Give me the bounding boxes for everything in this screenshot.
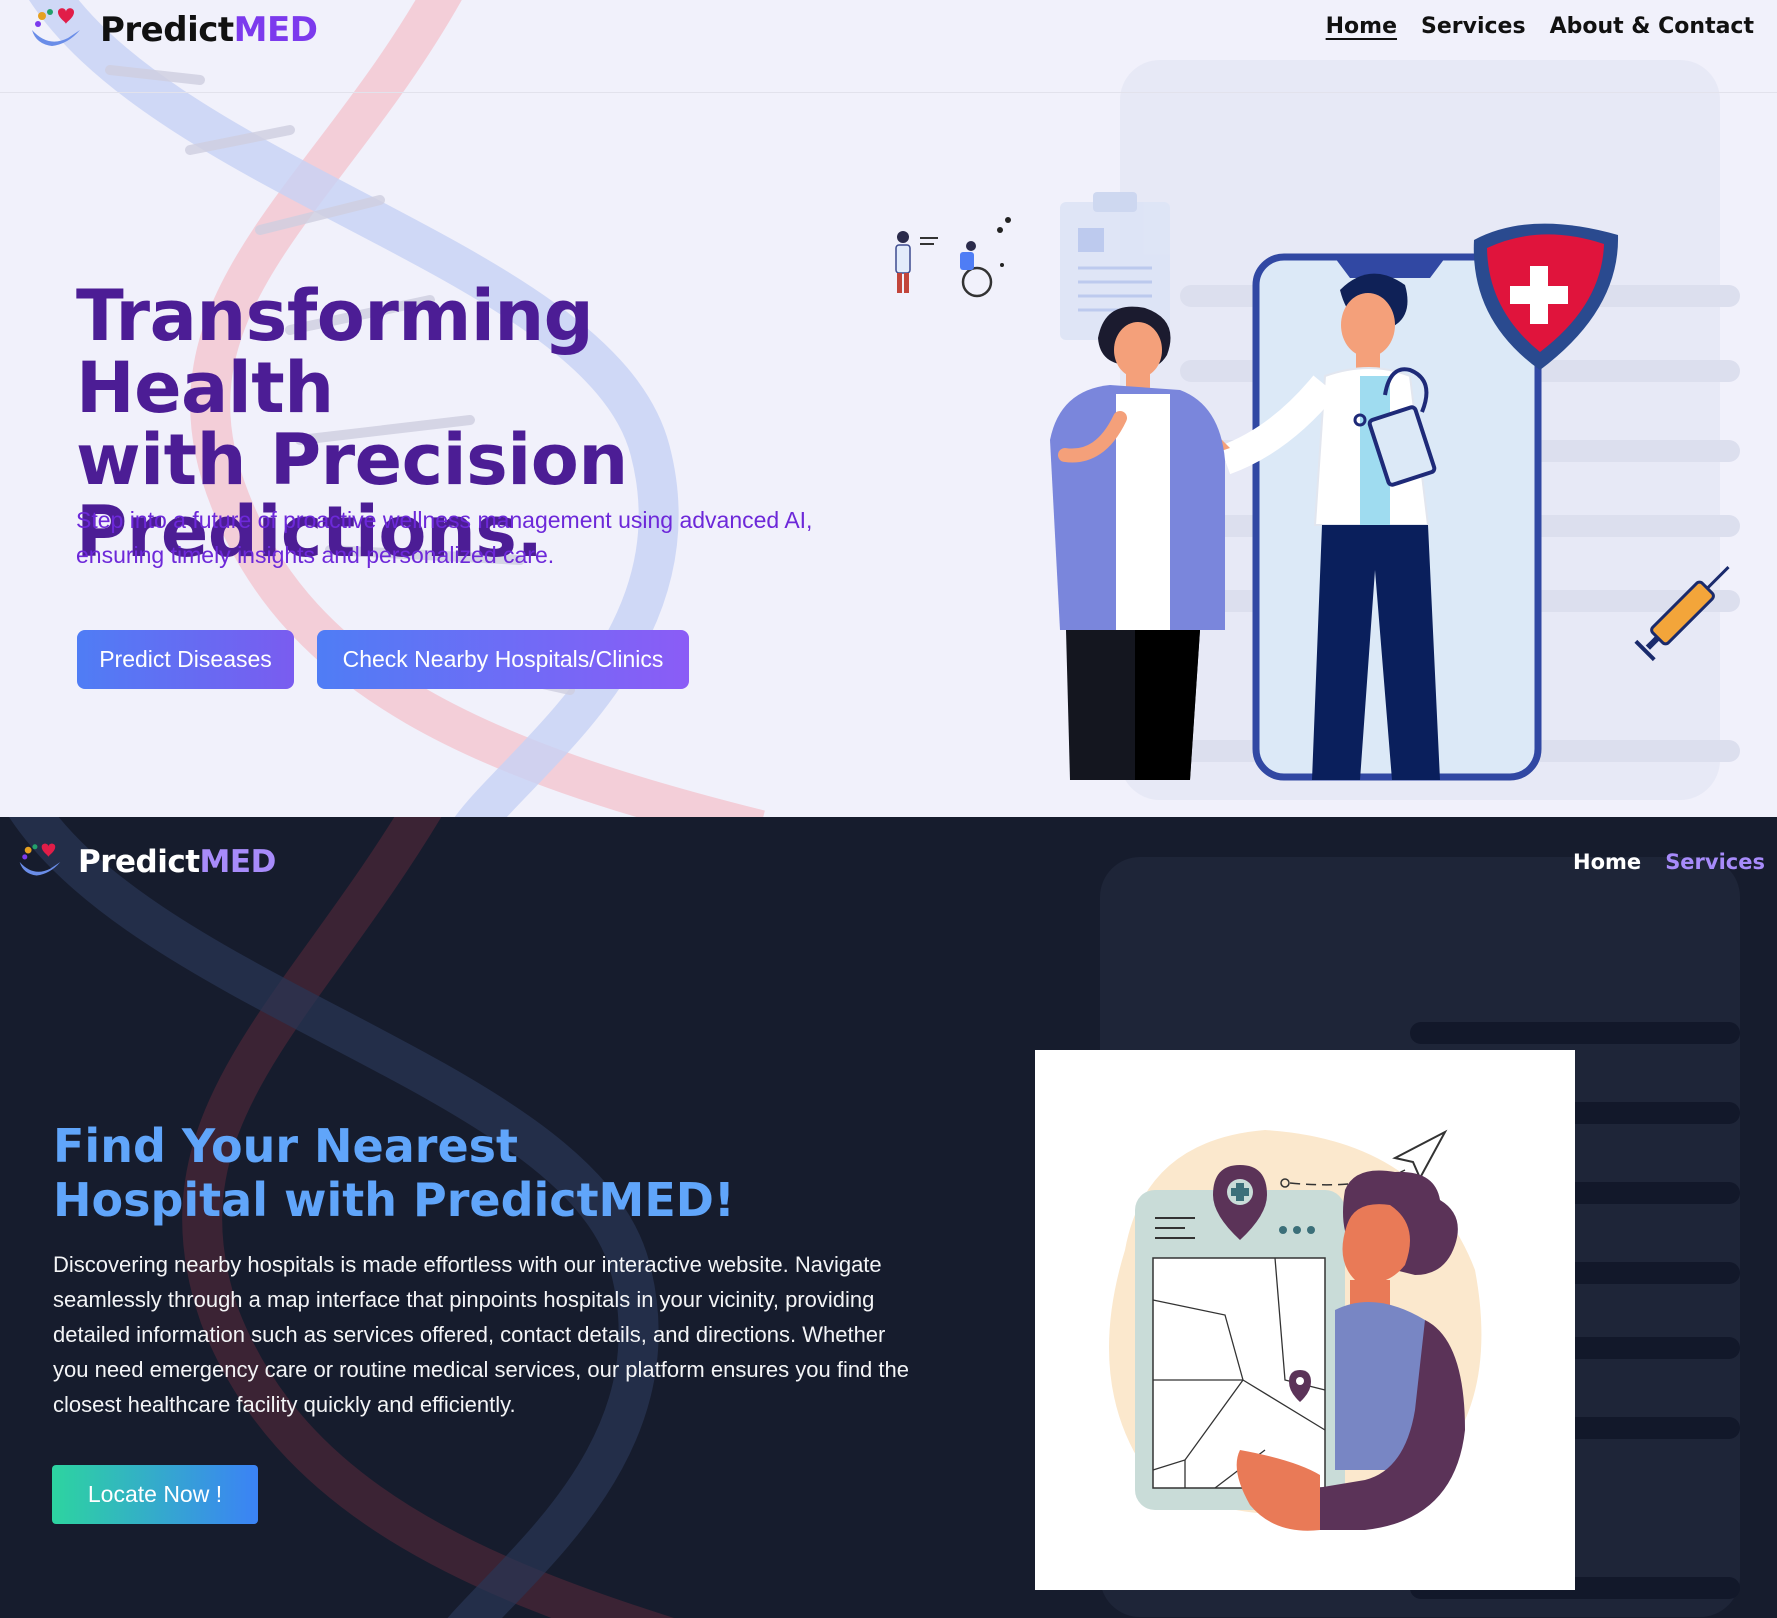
map-search-illustration-icon bbox=[1109, 1129, 1482, 1531]
nav-about-contact[interactable]: About & Contact bbox=[1550, 14, 1754, 39]
brand-logo-link-dark[interactable]: PredictMED bbox=[16, 837, 276, 887]
find-hospital-title: Find Your Nearest Hospital with PredictM… bbox=[53, 1119, 735, 1227]
nav-links: Home Services About & Contact bbox=[1326, 14, 1754, 39]
predictmed-logo-icon bbox=[19, 843, 61, 876]
hero-title-line-2: with Precision bbox=[76, 419, 628, 501]
locate-now-button[interactable]: Locate Now ! bbox=[52, 1465, 258, 1524]
nav-home[interactable]: Home bbox=[1326, 14, 1397, 39]
map-illustration-card bbox=[1035, 1050, 1575, 1590]
hero-section-light: PredictMED Home Services About & Contact… bbox=[0, 0, 1777, 817]
hero-title-line-1: Transforming Health bbox=[76, 275, 594, 429]
top-navbar: PredictMED Home Services About & Contact bbox=[0, 0, 1777, 93]
nav-home-dark[interactable]: Home bbox=[1573, 850, 1641, 874]
brand-name-dark: PredictMED bbox=[78, 844, 276, 880]
brand-logo-link[interactable]: PredictMED bbox=[28, 0, 318, 60]
find-hospital-description: Discovering nearby hospitals is made eff… bbox=[53, 1252, 909, 1417]
hero-subtitle: Step into a future of proactive wellness… bbox=[76, 507, 813, 568]
syringe-icon bbox=[1634, 566, 1730, 662]
nav-services[interactable]: Services bbox=[1421, 14, 1526, 39]
small-people-icon bbox=[895, 217, 1011, 298]
hospital-section-dark: PredictMED Home Services Find Your Neare… bbox=[0, 817, 1777, 1618]
nav-links-dark: Home Services bbox=[1573, 850, 1765, 874]
doctor-illustration-icon bbox=[895, 192, 1730, 781]
check-hospitals-button[interactable]: Check Nearby Hospitals/Clinics bbox=[317, 630, 689, 689]
predict-diseases-button[interactable]: Predict Diseases bbox=[77, 630, 294, 689]
nav-services-dark[interactable]: Services bbox=[1665, 850, 1765, 874]
predictmed-logo-icon bbox=[32, 8, 80, 46]
brand-name: PredictMED bbox=[100, 10, 318, 50]
